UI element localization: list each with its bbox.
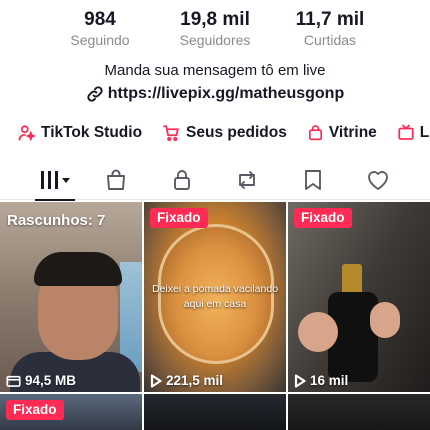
video-tile[interactable]: Fixado 16 mil — [288, 202, 430, 392]
shop-bag-icon — [104, 168, 128, 192]
bookmark-icon — [302, 168, 324, 192]
tiktok-studio-button[interactable]: TikTok Studio — [18, 124, 142, 142]
following-label: Seguindo — [70, 32, 130, 48]
following-stat[interactable]: 984 Seguindo — [40, 8, 160, 49]
lock-icon — [170, 168, 194, 192]
person-sparkle-icon — [18, 124, 36, 142]
video-tile[interactable] — [288, 394, 430, 430]
tab-liked[interactable] — [348, 160, 408, 200]
cart-icon — [162, 124, 181, 142]
tab-shop[interactable] — [86, 160, 146, 200]
video-meta: 16 mil — [294, 373, 348, 388]
link-icon — [86, 85, 104, 103]
tab-videos[interactable] — [25, 160, 85, 201]
video-tile[interactable] — [144, 394, 286, 430]
pinned-badge: Fixado — [294, 208, 352, 228]
video-meta: 94,5 MB — [6, 373, 76, 388]
profile-stats: 984 Seguindo 19,8 mil Seguidores 11,7 mi… — [0, 8, 430, 52]
showcase-label: Vitrine — [328, 124, 377, 141]
tab-reposts[interactable] — [217, 160, 277, 200]
tv-icon — [397, 124, 415, 142]
tab-private[interactable] — [152, 160, 212, 200]
profile-tabs — [0, 160, 430, 201]
play-icon — [150, 373, 162, 388]
orders-label: Seus pedidos — [186, 124, 287, 141]
thumbnail-hand — [370, 302, 400, 338]
followers-count: 19,8 mil — [180, 9, 250, 30]
showcase-button[interactable]: Vitrine — [307, 124, 377, 142]
view-count: 221,5 mil — [166, 373, 224, 388]
drafts-label: Rascunhos: 7 — [7, 212, 106, 229]
profile-bio: Manda sua mensagem tô em live — [104, 62, 326, 79]
pinned-badge: Fixado — [150, 208, 208, 228]
grid-videos-icon — [38, 169, 72, 191]
video-tile[interactable]: Fixado — [0, 394, 142, 430]
shopping-bag-icon — [307, 124, 324, 142]
video-tile[interactable]: Fixado Deixei a pomada vacilando aqui em… — [144, 202, 286, 392]
followers-label: Seguidores — [179, 32, 251, 48]
thumbnail-hand — [298, 312, 338, 352]
folder-icon — [6, 374, 21, 388]
video-meta: 221,5 mil — [150, 373, 223, 388]
tab-favorites[interactable] — [283, 160, 343, 200]
repost-icon — [234, 168, 260, 192]
video-grid: Rascunhos: 7 94,5 MB Fixado Deixei a pom… — [0, 202, 430, 430]
pinned-badge: Fixado — [6, 400, 64, 420]
likes-stat[interactable]: 11,7 mil Curtidas — [270, 8, 390, 49]
tiktok-studio-label: TikTok Studio — [41, 124, 143, 141]
video-tile-drafts[interactable]: Rascunhos: 7 94,5 MB — [0, 202, 142, 392]
following-count: 984 — [84, 9, 116, 30]
live-button[interactable]: L — [397, 124, 429, 142]
bio-link[interactable]: https://livepix.gg/matheusgonp — [0, 85, 430, 103]
thumbnail-hair — [34, 252, 122, 286]
likes-label: Curtidas — [303, 32, 357, 48]
likes-count: 11,7 mil — [295, 9, 365, 30]
orders-button[interactable]: Seus pedidos — [162, 124, 287, 142]
drafts-size: 94,5 MB — [25, 373, 77, 388]
play-icon — [294, 373, 306, 388]
view-count: 16 mil — [310, 373, 349, 388]
bio-link-text: https://livepix.gg/matheusgonp — [107, 85, 345, 102]
video-caption: Deixei a pomada vacilando aqui em casa — [151, 283, 279, 310]
followers-stat[interactable]: 19,8 mil Seguidores — [155, 8, 275, 49]
heart-icon — [365, 168, 391, 192]
live-label: L — [419, 124, 430, 141]
profile-shortcuts: TikTok Studio Seus pedidos Vitrine L — [18, 120, 430, 146]
